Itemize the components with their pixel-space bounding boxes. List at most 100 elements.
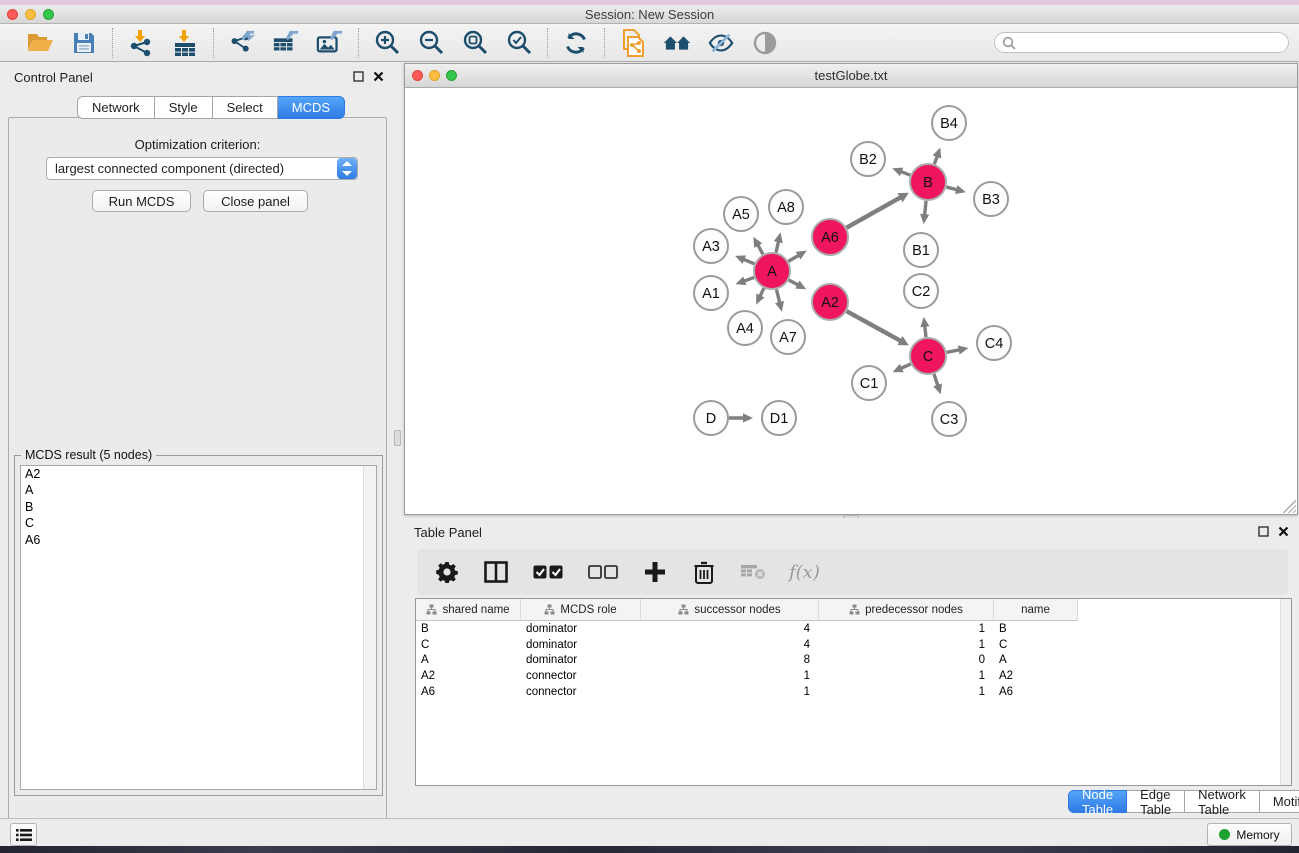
settings-gear-icon[interactable]: [434, 559, 460, 585]
open-folder-icon[interactable]: [26, 29, 54, 57]
column-header-shared-name[interactable]: shared name: [416, 599, 521, 621]
table-cell[interactable]: dominator: [521, 654, 641, 666]
tab-network[interactable]: Network: [77, 96, 155, 119]
table-cell[interactable]: 4: [641, 639, 819, 651]
table-cell[interactable]: 4: [641, 623, 819, 635]
table-cell[interactable]: A: [994, 654, 1078, 666]
table-cell[interactable]: 1: [641, 670, 819, 682]
column-header-successor-nodes[interactable]: successor nodes: [641, 599, 819, 621]
tab-motifs[interactable]: Motifs: [1260, 790, 1299, 813]
close-window-button[interactable]: [7, 9, 18, 20]
table-cell[interactable]: C: [994, 639, 1078, 651]
column-header-predecessor-nodes[interactable]: predecessor nodes: [819, 599, 994, 621]
task-history-button[interactable]: [10, 823, 37, 846]
table-cell[interactable]: 1: [641, 686, 819, 698]
table-cell[interactable]: 8: [641, 654, 819, 666]
delete-columns-trash-icon[interactable]: [691, 559, 717, 585]
table-cell[interactable]: A6: [994, 686, 1078, 698]
network-canvas[interactable]: AA1A2A3A4A5A6A7A8BB1B2B3B4CC1C2C3C4DD1: [406, 89, 1296, 514]
table-row[interactable]: A2connector11A2: [416, 668, 1291, 684]
table-cell[interactable]: connector: [521, 686, 641, 698]
export-image-icon[interactable]: [316, 29, 344, 57]
column-header-name[interactable]: name: [994, 599, 1078, 621]
zoom-out-icon[interactable]: [417, 29, 445, 57]
zoom-in-icon[interactable]: [373, 29, 401, 57]
table-cell[interactable]: 1: [819, 623, 994, 635]
tab-edge-table[interactable]: Edge Table: [1127, 790, 1185, 813]
network-minimize-button[interactable]: [429, 70, 440, 81]
split-view-icon[interactable]: [483, 559, 509, 585]
minimize-window-button[interactable]: [25, 9, 36, 20]
deselect-all-columns-icon[interactable]: [587, 559, 619, 585]
select-all-columns-icon[interactable]: [532, 559, 564, 585]
close-panel-icon[interactable]: [373, 71, 384, 82]
delete-table-icon[interactable]: [740, 559, 766, 585]
zoom-fit-icon[interactable]: [461, 29, 489, 57]
add-column-icon[interactable]: [642, 559, 668, 585]
vertical-splitter-grip[interactable]: [394, 430, 401, 446]
window-resize-grip[interactable]: [1283, 500, 1296, 513]
graph-edge-A6-B[interactable]: [847, 196, 903, 228]
zoom-window-button[interactable]: [43, 9, 54, 20]
table-cell[interactable]: A: [416, 654, 521, 666]
network-graph[interactable]: AA1A2A3A4A5A6A7A8BB1B2B3B4CC1C2C3C4DD1: [406, 89, 1296, 514]
table-cell[interactable]: A2: [994, 670, 1078, 682]
import-network-icon[interactable]: [127, 29, 155, 57]
memory-button[interactable]: Memory: [1207, 823, 1292, 846]
column-header-MCDS-role[interactable]: MCDS role: [521, 599, 641, 621]
table-cell[interactable]: 1: [819, 670, 994, 682]
network-window-titlebar[interactable]: testGlobe.txt: [405, 64, 1297, 88]
mcds-result-list[interactable]: A2ABCA6: [20, 465, 377, 790]
table-row[interactable]: Cdominator41C: [416, 637, 1291, 653]
table-cell[interactable]: B: [416, 623, 521, 635]
network-zoom-button[interactable]: [446, 70, 457, 81]
graph-edge-A2-C[interactable]: [847, 311, 903, 342]
float-table-panel-icon[interactable]: [1258, 526, 1269, 537]
float-panel-icon[interactable]: [353, 71, 364, 82]
table-cell[interactable]: dominator: [521, 639, 641, 651]
result-item[interactable]: A: [21, 482, 376, 498]
export-table-icon[interactable]: [272, 29, 300, 57]
optimization-criterion-select[interactable]: largest connected component (directed): [46, 157, 358, 180]
network-close-button[interactable]: [412, 70, 423, 81]
table-cell[interactable]: 1: [819, 639, 994, 651]
save-icon[interactable]: [70, 29, 98, 57]
table-cell[interactable]: A2: [416, 670, 521, 682]
tab-style[interactable]: Style: [155, 96, 213, 119]
close-table-panel-icon[interactable]: [1278, 526, 1289, 537]
export-network-icon[interactable]: [228, 29, 256, 57]
table-cell[interactable]: A6: [416, 686, 521, 698]
table-cell[interactable]: B: [994, 623, 1078, 635]
table-row[interactable]: Adominator80A: [416, 652, 1291, 668]
result-item[interactable]: B: [21, 499, 376, 515]
run-mcds-button[interactable]: Run MCDS: [92, 190, 191, 212]
copy-network-view-icon[interactable]: [619, 29, 647, 57]
node-table[interactable]: shared nameMCDS rolesuccessor nodesprede…: [415, 598, 1292, 786]
table-cell[interactable]: connector: [521, 670, 641, 682]
table-cell[interactable]: C: [416, 639, 521, 651]
table-cell[interactable]: 1: [819, 686, 994, 698]
close-panel-button[interactable]: Close panel: [203, 190, 308, 212]
function-builder-icon[interactable]: f(x): [789, 562, 820, 583]
table-cell[interactable]: 0: [819, 654, 994, 666]
import-table-icon[interactable]: [171, 29, 199, 57]
result-item[interactable]: A2: [21, 466, 376, 482]
table-row[interactable]: Bdominator41B: [416, 621, 1291, 637]
table-cell[interactable]: dominator: [521, 623, 641, 635]
home-views-icon[interactable]: [663, 29, 691, 57]
table-scrollbar[interactable]: [1280, 599, 1291, 785]
tab-mcds[interactable]: MCDS: [278, 96, 345, 119]
search-field[interactable]: [994, 32, 1289, 53]
search-input[interactable]: [1016, 34, 1288, 51]
refresh-icon[interactable]: [562, 29, 590, 57]
result-item[interactable]: C: [21, 515, 376, 531]
show-graphics-details-icon[interactable]: [751, 29, 779, 57]
tab-network-table[interactable]: Network Table: [1185, 790, 1260, 813]
tab-select[interactable]: Select: [213, 96, 278, 119]
result-scrollbar[interactable]: [363, 466, 376, 789]
result-item[interactable]: A6: [21, 532, 376, 548]
tab-node-table[interactable]: Node Table: [1068, 790, 1127, 813]
zoom-selected-icon[interactable]: [505, 29, 533, 57]
hide-selected-icon[interactable]: [707, 29, 735, 57]
table-row[interactable]: A6connector11A6: [416, 684, 1291, 700]
